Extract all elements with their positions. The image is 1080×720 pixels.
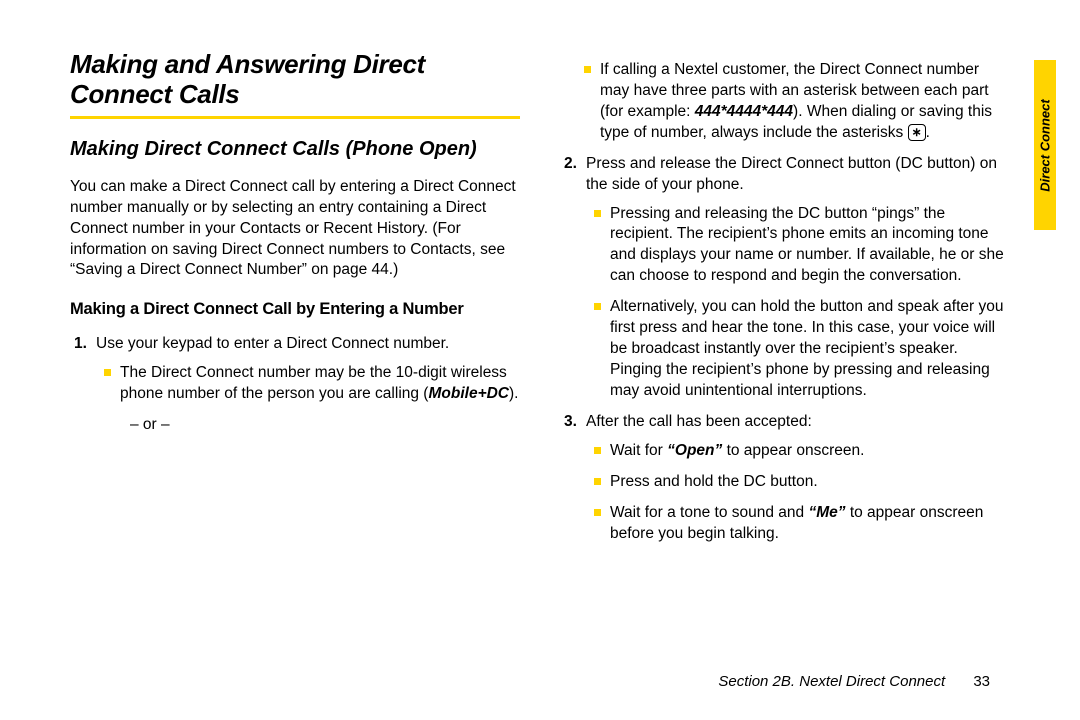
footer-section-label: Section 2B. Nextel Direct Connect <box>718 673 945 690</box>
page-title: Making and Answering Direct Connect Call… <box>70 50 520 110</box>
two-column-layout: Making and Answering Direct Connect Call… <box>70 50 1010 554</box>
text-fragment: to appear onscreen. <box>722 442 864 459</box>
step-3: 3. After the call has been accepted: Wai… <box>560 412 1010 545</box>
intro-paragraph: You can make a Direct Connect call by en… <box>70 177 520 282</box>
step-number: 3. <box>564 412 577 433</box>
or-separator: – or – <box>96 415 520 436</box>
open-label: “Open” <box>667 442 722 459</box>
step-2-sublist: Pressing and releasing the DC button “pi… <box>586 204 1010 402</box>
step-text: Press and release the Direct Connect but… <box>586 155 997 193</box>
sub-subheading: Making a Direct Connect Call by Entering… <box>70 299 520 320</box>
step-text: After the call has been accepted: <box>586 413 812 430</box>
step-1-sub-2: If calling a Nextel customer, the Direct… <box>584 60 1010 144</box>
step-1-sublist-continued: If calling a Nextel customer, the Direct… <box>560 60 1010 144</box>
text-fragment: Wait for <box>610 442 667 459</box>
steps-list-left: 1. Use your keypad to enter a Direct Con… <box>70 334 520 436</box>
asterisk-key-icon: ∗ <box>908 124 926 141</box>
section-tab: Direct Connect <box>1034 60 1056 230</box>
step-3-sub-1: Wait for “Open” to appear onscreen. <box>594 441 1010 462</box>
column-left: Making and Answering Direct Connect Call… <box>70 50 520 554</box>
mobile-dc-label: Mobile+DC <box>428 385 509 402</box>
step-2-sub-2: Alternatively, you can hold the button a… <box>594 297 1010 402</box>
text-fragment: ). <box>509 385 518 402</box>
step-3-sub-3: Wait for a tone to sound and “Me” to app… <box>594 503 1010 545</box>
step-1-sub-1: The Direct Connect number may be the 10-… <box>104 363 520 405</box>
dc-number-example: 444*4444*444 <box>695 103 793 120</box>
text-fragment: Wait for a tone to sound and <box>610 504 808 521</box>
step-2-sub-1: Pressing and releasing the DC button “pi… <box>594 204 1010 288</box>
page-number: 33 <box>973 673 990 690</box>
column-right: If calling a Nextel customer, the Direct… <box>560 50 1010 554</box>
step-number: 1. <box>74 334 87 355</box>
me-label: “Me” <box>808 504 845 521</box>
title-underline <box>70 116 520 119</box>
manual-page: Direct Connect Making and Answering Dire… <box>0 0 1080 720</box>
step-1: 1. Use your keypad to enter a Direct Con… <box>70 334 520 436</box>
step-text: Use your keypad to enter a Direct Connec… <box>96 335 449 352</box>
page-footer: Section 2B. Nextel Direct Connect 33 <box>0 673 1080 690</box>
subheading: Making Direct Connect Calls (Phone Open) <box>70 137 520 161</box>
step-3-sub-2: Press and hold the DC button. <box>594 472 1010 493</box>
step-1-sublist: The Direct Connect number may be the 10-… <box>96 363 520 405</box>
section-tab-label: Direct Connect <box>1038 99 1053 191</box>
step-3-sublist: Wait for “Open” to appear onscreen. Pres… <box>586 441 1010 545</box>
text-fragment: . <box>926 124 930 141</box>
steps-list-right: 2. Press and release the Direct Connect … <box>560 154 1010 545</box>
step-number: 2. <box>564 154 577 175</box>
step-2: 2. Press and release the Direct Connect … <box>560 154 1010 402</box>
